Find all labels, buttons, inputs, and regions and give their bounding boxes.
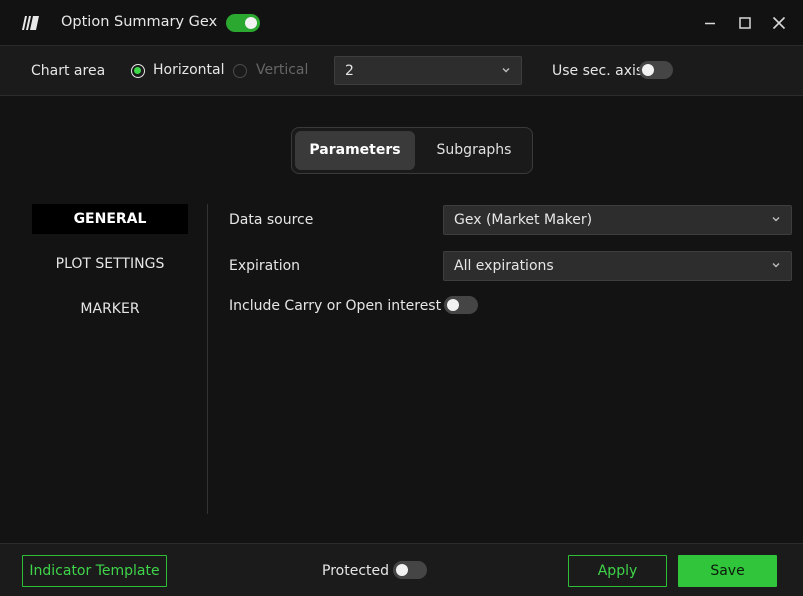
vertical-radio-label[interactable]: Vertical xyxy=(256,62,308,78)
indicator-enabled-toggle[interactable] xyxy=(226,14,260,32)
close-icon[interactable] xyxy=(769,13,789,33)
carry-open-interest-label: Include Carry or Open interest xyxy=(229,298,442,314)
sidebar-item-marker[interactable]: MARKER xyxy=(32,294,188,324)
maximize-icon[interactable] xyxy=(735,13,755,33)
title-bar: Option Summary Gex xyxy=(0,0,803,46)
indicator-template-button[interactable]: Indicator Template xyxy=(22,555,167,587)
carry-open-interest-toggle[interactable] xyxy=(444,296,478,314)
protected-label: Protected xyxy=(322,563,389,579)
protected-toggle[interactable] xyxy=(393,561,427,579)
sidebar-item-plot-settings[interactable]: PLOT SETTINGS xyxy=(32,249,188,279)
sec-axis-toggle[interactable] xyxy=(639,61,673,79)
chevron-down-icon xyxy=(772,263,780,268)
horizontal-radio[interactable] xyxy=(131,64,145,78)
expiration-select[interactable]: All expirations xyxy=(443,251,792,281)
footer-bar: Indicator Template Protected Apply Save xyxy=(0,543,803,596)
save-button[interactable]: Save xyxy=(678,555,777,587)
data-source-label: Data source xyxy=(229,212,314,228)
toggle-knob xyxy=(396,564,408,576)
tab-parameters[interactable]: Parameters xyxy=(295,131,415,170)
app-logo-icon xyxy=(22,16,39,30)
vertical-radio[interactable] xyxy=(233,64,247,78)
sidebar-item-general[interactable]: GENERAL xyxy=(32,204,188,234)
chevron-down-icon xyxy=(772,217,780,222)
chevron-down-icon xyxy=(502,68,510,73)
toggle-knob xyxy=(642,64,654,76)
toggle-knob xyxy=(245,17,257,29)
pane-select[interactable]: 2 xyxy=(334,56,522,85)
tab-switcher: Parameters Subgraphs xyxy=(291,127,533,174)
window-title: Option Summary Gex xyxy=(61,14,218,30)
data-source-select[interactable]: Gex (Market Maker) xyxy=(443,205,792,235)
horizontal-radio-label[interactable]: Horizontal xyxy=(153,62,224,78)
expiration-label: Expiration xyxy=(229,258,301,274)
toggle-knob xyxy=(447,299,459,311)
apply-button[interactable]: Apply xyxy=(568,555,667,587)
chart-area-bar: Chart area Horizontal Vertical 2 Use sec… xyxy=(0,46,803,96)
chart-area-label: Chart area xyxy=(31,63,106,79)
tab-subgraphs[interactable]: Subgraphs xyxy=(419,131,529,170)
expiration-value: All expirations xyxy=(454,258,554,274)
sidebar-divider xyxy=(207,204,208,514)
data-source-value: Gex (Market Maker) xyxy=(454,212,593,228)
pane-select-value: 2 xyxy=(345,63,354,79)
minimize-icon[interactable] xyxy=(700,13,720,33)
sec-axis-label: Use sec. axis xyxy=(552,63,644,79)
